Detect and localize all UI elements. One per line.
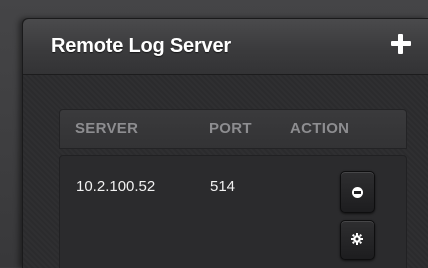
server-address-cell: 10.2.100.52 — [76, 178, 156, 195]
panel-header: Remote Log Server — [23, 19, 428, 75]
add-server-button[interactable] — [389, 32, 413, 56]
remote-log-server-panel: Remote Log Server SERVER PORT ACTION 10.… — [22, 18, 428, 268]
minus-circle-icon — [352, 187, 363, 198]
column-header-server: SERVER — [75, 120, 139, 137]
remove-server-button[interactable] — [340, 171, 375, 213]
table-header: SERVER PORT ACTION — [59, 109, 407, 149]
port-cell: 514 — [210, 178, 236, 195]
table-row: 10.2.100.52 514 — [60, 156, 406, 266]
table-body: 10.2.100.52 514 — [59, 155, 407, 268]
edit-server-button[interactable] — [340, 220, 375, 260]
column-header-action: ACTION — [290, 120, 350, 137]
panel-title: Remote Log Server — [51, 35, 231, 57]
gear-icon — [351, 233, 363, 245]
column-header-port: PORT — [209, 120, 252, 137]
